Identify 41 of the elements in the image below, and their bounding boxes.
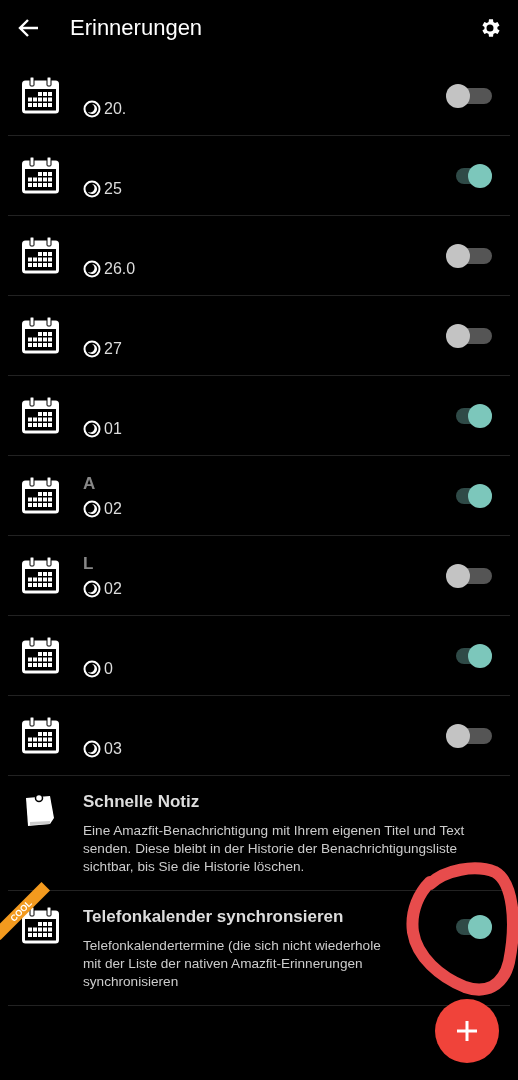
reminder-date: 26.0: [104, 259, 136, 278]
clock-icon: [83, 659, 101, 678]
calendar-icon: [22, 397, 59, 434]
calendar-icon: [22, 77, 59, 114]
clock-icon: [83, 419, 101, 438]
calendar-icon: [22, 157, 59, 194]
calendar-icon: [22, 637, 59, 674]
reminder-date: 03: [104, 739, 122, 758]
sync-description: Telefonkalendertermine (die sich nicht wiederhole mit der Liste der nativen Amazfit-Erinnerungen synchronisieren: [83, 937, 382, 991]
reminder-date: 20.: [104, 99, 127, 118]
toggle-switch[interactable]: [446, 243, 492, 268]
reminder-date: 02: [104, 499, 122, 518]
reminder-title: A: [83, 473, 96, 493]
calendar-icon: [22, 317, 59, 354]
reminder-date: 27: [104, 339, 122, 358]
clock-icon: [83, 179, 101, 198]
clock-icon: [83, 739, 101, 758]
clock-icon: [83, 339, 101, 358]
toggle-switch[interactable]: [446, 323, 492, 348]
quick-note-description: Eine Amazfit-Benachrichtigung mit Ihrem eigenen Titel und Text senden. Diese bleibt in der Historie der Benachrichtigungsliste sichtbar, bis Sie die Historie löschen.: [83, 822, 466, 876]
toggle-switch[interactable]: [446, 723, 492, 748]
toggle-switch[interactable]: [446, 83, 492, 108]
calendar-icon: [22, 717, 59, 754]
sync-title: Telefonkalender synchronsieren: [83, 907, 345, 927]
reminder-date: 01: [104, 419, 122, 438]
calendar-icon: [22, 237, 59, 274]
toggle-switch[interactable]: [446, 563, 492, 588]
back-button[interactable]: [18, 17, 40, 39]
clock-icon: [83, 499, 101, 518]
screen-title: Erinnerungen: [70, 15, 204, 41]
reminder-title: L: [83, 553, 94, 573]
calendar-icon: [22, 557, 59, 594]
calendar-icon: [22, 477, 59, 514]
clock-icon: [83, 99, 101, 118]
clock-icon: [83, 579, 101, 598]
reminder-date: 25: [104, 179, 122, 198]
reminder-date: 02: [104, 579, 122, 598]
clock-icon: [83, 259, 101, 278]
reminder-date: 0: [104, 659, 113, 678]
quick-note-title: Schnelle Notiz: [83, 792, 201, 812]
plus-icon: [455, 1019, 479, 1043]
